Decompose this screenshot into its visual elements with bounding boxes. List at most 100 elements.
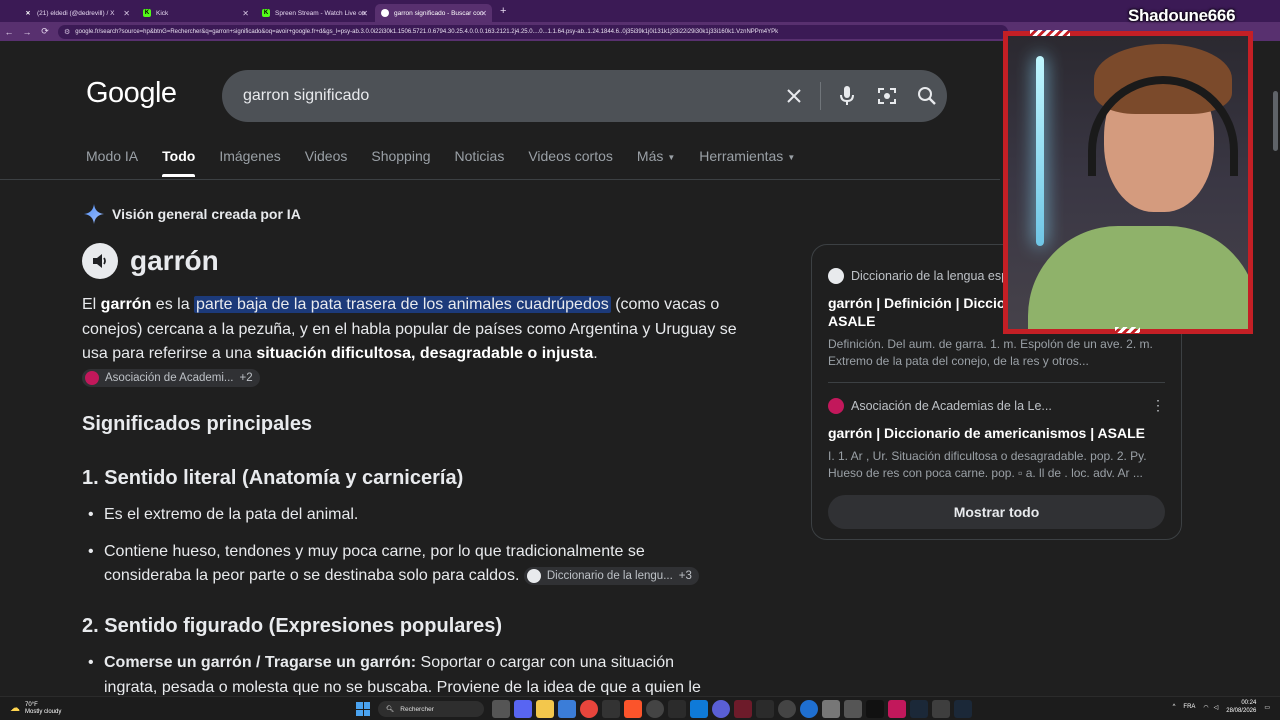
- taskbar-search[interactable]: 🔍︎ Rechercher: [378, 701, 484, 717]
- search-box[interactable]: garron significado: [222, 70, 947, 122]
- app-icon[interactable]: [646, 700, 664, 718]
- new-tab-button[interactable]: +: [500, 5, 506, 17]
- weather-widget[interactable]: ☁ 70°F Mostly cloudy: [10, 702, 61, 716]
- show-all-button[interactable]: Mostrar todo: [828, 495, 1165, 529]
- clock[interactable]: 00:24 28/08/2026: [1226, 699, 1256, 715]
- close-tab-icon[interactable]: ✕: [361, 9, 368, 18]
- tab-modo-ia[interactable]: Modo IA: [86, 148, 138, 177]
- camera-lens-icon[interactable]: [867, 76, 907, 116]
- forward-arrow-icon[interactable]: →: [18, 27, 36, 37]
- app-icon[interactable]: [932, 700, 950, 718]
- taskbar-search-placeholder: Rechercher: [400, 705, 434, 713]
- source-site-name: Asociación de Academias de la Le...: [851, 398, 1052, 413]
- close-tab-icon[interactable]: ✕: [123, 9, 130, 18]
- tab-mas[interactable]: Más ▼: [637, 148, 675, 177]
- search-input[interactable]: garron significado: [243, 87, 774, 105]
- clock-time: 00:24: [1241, 700, 1257, 706]
- clear-icon[interactable]: [774, 76, 814, 116]
- microphone-icon[interactable]: [827, 76, 867, 116]
- ai-overview-header: Visión general creada por IA: [84, 204, 301, 224]
- para-text: es la: [151, 296, 195, 313]
- search-icon[interactable]: [907, 76, 947, 116]
- close-tab-icon[interactable]: ✕: [480, 9, 487, 18]
- list-item: Es el extremo de la pata del animal.: [88, 503, 724, 528]
- address-bar[interactable]: ⚙ google.fr/search?source=hp&btnG=Recher…: [58, 24, 1008, 39]
- section-heading-main: Significados principales: [82, 413, 313, 435]
- ai-overview-paragraph: El garrón es la parte baja de la pata tr…: [82, 293, 742, 391]
- webcam-feed: [1008, 36, 1248, 329]
- steam-icon[interactable]: [910, 700, 928, 718]
- app-icon[interactable]: [668, 700, 686, 718]
- source-title-link[interactable]: garrón | Diccionario de americanismos | …: [828, 424, 1165, 442]
- sparkle-icon: [84, 204, 104, 224]
- overlay-stripes: [1030, 30, 1070, 36]
- steam-icon[interactable]: [954, 700, 972, 718]
- app-icon[interactable]: [756, 700, 774, 718]
- led-light: [1036, 56, 1044, 246]
- tab-noticias[interactable]: Noticias: [455, 148, 505, 177]
- scrollbar[interactable]: [1273, 91, 1278, 151]
- app-icon[interactable]: [844, 700, 862, 718]
- google-logo[interactable]: Google: [86, 77, 177, 110]
- discord-icon[interactable]: [514, 700, 532, 718]
- folder-icon[interactable]: [536, 700, 554, 718]
- wifi-icon[interactable]: ◠: [1203, 704, 1208, 711]
- task-view-icon[interactable]: [492, 700, 510, 718]
- source-chip[interactable]: Asociación de Academi... +2: [82, 369, 260, 388]
- app-icon[interactable]: [734, 700, 752, 718]
- tab-mas-label: Más: [636, 148, 664, 164]
- close-tab-icon[interactable]: ✕: [242, 9, 249, 18]
- app-icon[interactable]: [822, 700, 840, 718]
- source-description: Definición. Del aum. de garra. 1. m. Esp…: [828, 337, 1153, 368]
- source-chip[interactable]: Diccionario de la lengu... +3: [523, 566, 699, 585]
- tab-videos-cortos[interactable]: Videos cortos: [528, 148, 613, 177]
- browser-tab-google[interactable]: garron significado - Buscar con ✕: [375, 4, 492, 22]
- chrome-icon[interactable]: [580, 700, 598, 718]
- app-icon[interactable]: [778, 700, 796, 718]
- list-item-bold: Comerse un garrón / Tragarse un garrón:: [104, 654, 417, 671]
- tab-imagenes[interactable]: Imágenes: [219, 148, 280, 177]
- tab-videos[interactable]: Videos: [305, 148, 348, 177]
- list-item: Contiene hueso, tendones y muy poca carn…: [88, 540, 724, 589]
- windows-start-icon[interactable]: [356, 702, 370, 716]
- source-description: I. 1. Ar , Ur. Situación dificultosa o d…: [828, 449, 1147, 480]
- tab-shopping[interactable]: Shopping: [371, 148, 430, 177]
- back-arrow-icon[interactable]: ←: [0, 27, 18, 37]
- browser-tab-spreen[interactable]: K Spreen Stream - Watch Live on ✕: [256, 4, 373, 22]
- language-indicator[interactable]: FRA: [1183, 704, 1195, 710]
- tab-label: Spreen Stream - Watch Live on: [275, 9, 366, 17]
- app-icon[interactable]: [690, 700, 708, 718]
- terminal-icon[interactable]: [602, 700, 620, 718]
- notifications-icon[interactable]: ▭: [1264, 704, 1270, 711]
- tiktok-icon[interactable]: [866, 700, 884, 718]
- google-logo-icon: [381, 9, 389, 17]
- chevron-up-icon[interactable]: ^: [1173, 704, 1176, 710]
- chevron-down-icon: ▼: [787, 152, 796, 162]
- list-item: Comerse un garrón / Tragarse un garrón: …: [88, 651, 724, 695]
- site-info-icon[interactable]: ⚙: [64, 28, 70, 36]
- weather-desc: Mostly cloudy: [25, 708, 62, 715]
- app-icon[interactable]: [712, 700, 730, 718]
- app-icon[interactable]: [800, 700, 818, 718]
- photos-icon[interactable]: [558, 700, 576, 718]
- tab-label: (21) eldedi (@dedrevill) / X: [37, 9, 115, 17]
- webcam-overlay: [1003, 31, 1253, 334]
- browser-tab-x[interactable]: ✕ (21) eldedi (@dedrevill) / X ✕: [18, 4, 135, 22]
- more-options-icon[interactable]: ⋮: [1151, 397, 1165, 414]
- tab-todo[interactable]: Todo: [162, 148, 196, 177]
- tab-label: Kick: [156, 9, 169, 17]
- chip-label: Diccionario de la lengu...: [546, 569, 673, 582]
- source-favicon-icon: [85, 371, 99, 386]
- ai-overview-title: Visión general creada por IA: [112, 206, 301, 222]
- source-site[interactable]: Asociación de Academias de la Le... ⋮: [828, 397, 1165, 414]
- literal-bullets: Es el extremo de la pata del animal. Con…: [88, 503, 724, 601]
- para-bold: situación dificultosa, desagradable o in…: [256, 345, 594, 362]
- reload-icon[interactable]: ⟳: [36, 26, 54, 37]
- brave-icon[interactable]: [624, 700, 642, 718]
- browser-tab-kick[interactable]: K Kick ✕: [137, 4, 254, 22]
- volume-icon[interactable]: ◁: [1214, 704, 1219, 711]
- highlighted-text[interactable]: parte baja de la pata trasera de los ani…: [194, 296, 611, 313]
- tab-herramientas[interactable]: Herramientas ▼: [699, 148, 795, 177]
- speaker-icon[interactable]: [82, 243, 118, 279]
- app-icon[interactable]: [888, 700, 906, 718]
